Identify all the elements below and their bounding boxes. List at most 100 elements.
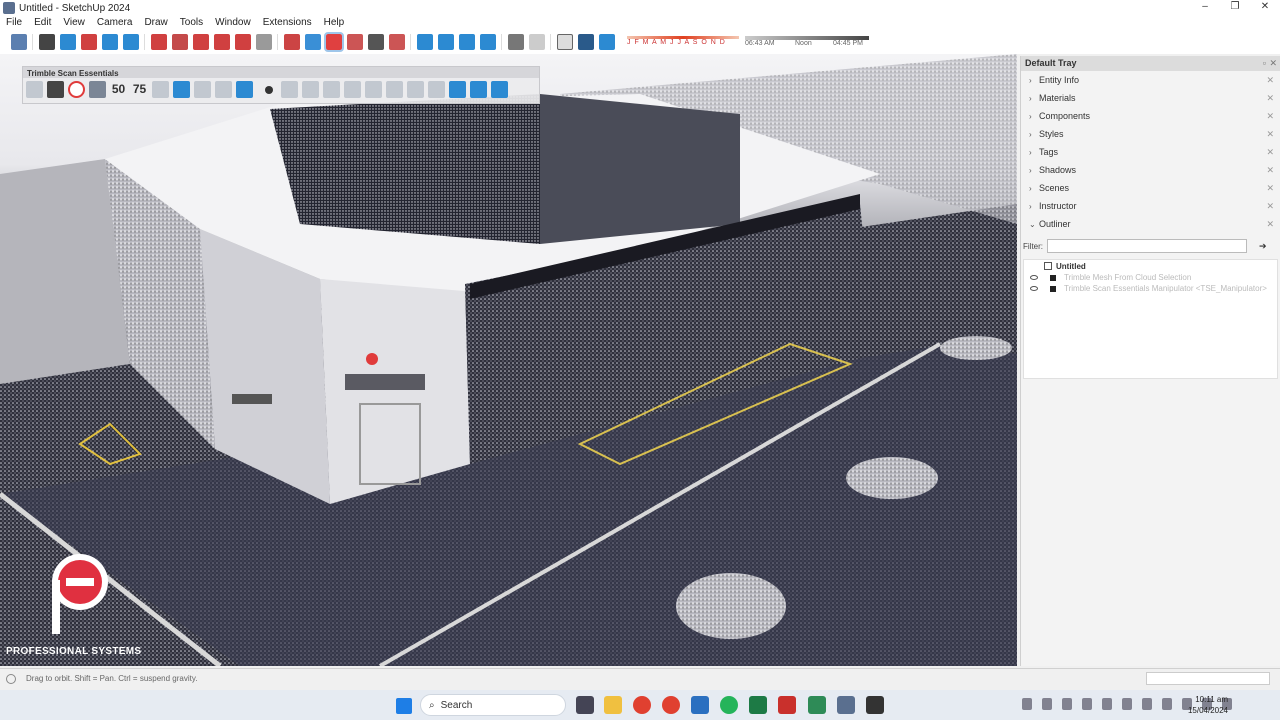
visibility-eye-icon[interactable] bbox=[1030, 275, 1038, 280]
close-icon[interactable]: ✕ bbox=[1266, 93, 1274, 104]
warehouse-icon[interactable] bbox=[416, 34, 433, 50]
camtasia-icon[interactable] bbox=[808, 696, 826, 714]
density-75-button[interactable]: 75 bbox=[131, 81, 148, 98]
scale-icon[interactable] bbox=[234, 34, 251, 50]
user-icon[interactable] bbox=[577, 34, 594, 50]
close-icon[interactable]: ✕ bbox=[1266, 219, 1274, 230]
chrome-profile-icon[interactable] bbox=[662, 696, 680, 714]
menu-view[interactable]: View bbox=[57, 16, 91, 30]
terminal-icon[interactable] bbox=[866, 696, 884, 714]
plane-fit-icon[interactable] bbox=[302, 81, 319, 98]
section-plane-icon[interactable] bbox=[173, 81, 190, 98]
cloud-download-icon[interactable] bbox=[194, 81, 211, 98]
cloud-sync-icon[interactable] bbox=[407, 81, 424, 98]
offset-icon[interactable] bbox=[255, 34, 272, 50]
outliner-root-item[interactable]: Untitled bbox=[1044, 260, 1277, 272]
sketchup-taskbar-icon[interactable] bbox=[837, 696, 855, 714]
close-icon[interactable]: ✕ bbox=[1269, 58, 1277, 69]
panel-materials[interactable]: › Materials ✕ bbox=[1021, 89, 1280, 107]
close-icon[interactable]: ✕ bbox=[1266, 129, 1274, 140]
zoom-window-icon[interactable] bbox=[367, 34, 384, 50]
filter-input[interactable] bbox=[1047, 239, 1247, 253]
close-icon[interactable]: ✕ bbox=[1266, 165, 1274, 176]
follow-me-icon[interactable] bbox=[171, 34, 188, 50]
shadow-month-slider[interactable]: J F M A M J J A S O N D bbox=[627, 36, 739, 48]
onedrive-icon[interactable] bbox=[1042, 698, 1052, 710]
camera-icon[interactable] bbox=[1062, 698, 1072, 710]
point-cloud-scene[interactable] bbox=[0, 54, 1017, 666]
close-icon[interactable]: ✕ bbox=[1266, 111, 1274, 122]
slab-icon[interactable] bbox=[491, 81, 508, 98]
cloud-upload-icon[interactable] bbox=[215, 81, 232, 98]
panel-outliner[interactable]: ⌄ Outliner ✕ bbox=[1021, 215, 1280, 233]
close-icon[interactable]: ✕ bbox=[1266, 201, 1274, 212]
manipulator-icon[interactable] bbox=[236, 81, 253, 98]
measurements-box[interactable] bbox=[1146, 672, 1270, 685]
point-cloud-import-icon[interactable] bbox=[89, 81, 106, 98]
chevron-down-icon[interactable] bbox=[528, 34, 545, 50]
mesh-icon[interactable] bbox=[386, 81, 403, 98]
close-icon[interactable]: ✕ bbox=[1266, 75, 1274, 86]
panel-shadows[interactable]: › Shadows ✕ bbox=[1021, 161, 1280, 179]
extension-manager-icon[interactable] bbox=[479, 34, 496, 50]
display-icon[interactable] bbox=[1142, 698, 1152, 710]
minimize-button[interactable]: – bbox=[1190, 0, 1220, 16]
menu-draw[interactable]: Draw bbox=[138, 16, 173, 30]
panel-components[interactable]: › Components ✕ bbox=[1021, 107, 1280, 125]
model-viewport[interactable]: Trimble Scan Essentials 50 75 PROFESSION… bbox=[0, 54, 1017, 666]
pencil-icon[interactable] bbox=[80, 34, 97, 50]
menu-file[interactable]: File bbox=[0, 16, 28, 30]
maximize-button[interactable]: ❐ bbox=[1220, 0, 1250, 16]
pin-icon[interactable]: ▫ bbox=[1263, 58, 1266, 68]
outliner-options-icon[interactable]: ➔ bbox=[1259, 241, 1267, 252]
panel-instructor[interactable]: › Instructor ✕ bbox=[1021, 197, 1280, 215]
settings-gear-icon[interactable] bbox=[47, 81, 64, 98]
excel-icon[interactable] bbox=[749, 696, 767, 714]
chrome-tray-icon[interactable] bbox=[1082, 698, 1092, 710]
eraser-icon[interactable] bbox=[59, 34, 76, 50]
wifi-icon[interactable] bbox=[1162, 698, 1172, 710]
document-icon[interactable] bbox=[556, 34, 573, 50]
hexagon-icon[interactable] bbox=[152, 81, 169, 98]
arc-icon[interactable] bbox=[101, 34, 118, 50]
menu-extensions[interactable]: Extensions bbox=[257, 16, 318, 30]
close-icon[interactable]: ✕ bbox=[1266, 183, 1274, 194]
menu-camera[interactable]: Camera bbox=[91, 16, 139, 30]
point-icon[interactable] bbox=[265, 85, 273, 94]
tape-measure-icon[interactable] bbox=[283, 34, 300, 50]
taskbar-clock[interactable]: 10:11 am 15/04/2024 bbox=[1178, 694, 1228, 716]
whatsapp-icon[interactable] bbox=[720, 696, 738, 714]
microphone-icon[interactable] bbox=[1122, 698, 1132, 710]
menu-window[interactable]: Window bbox=[209, 16, 257, 30]
close-button[interactable]: ✕ bbox=[1250, 0, 1280, 16]
panel-tags[interactable]: › Tags ✕ bbox=[1021, 143, 1280, 161]
line-icon[interactable] bbox=[281, 81, 298, 98]
zoom-extents-icon[interactable] bbox=[388, 34, 405, 50]
paint-bucket-icon[interactable] bbox=[304, 34, 321, 50]
cylinder-fit-icon[interactable] bbox=[323, 81, 340, 98]
panel-scenes[interactable]: › Scenes ✕ bbox=[1021, 179, 1280, 197]
open-folder-icon[interactable] bbox=[26, 81, 43, 98]
layout-icon[interactable] bbox=[458, 34, 475, 50]
panel-styles[interactable]: › Styles ✕ bbox=[1021, 125, 1280, 143]
shadow-toggle-icon[interactable] bbox=[598, 34, 615, 50]
zoom-icon[interactable] bbox=[10, 34, 27, 50]
orbit-icon[interactable] bbox=[323, 32, 344, 52]
bluetooth-icon[interactable] bbox=[1102, 698, 1112, 710]
cloud-refresh-icon[interactable] bbox=[428, 81, 445, 98]
acrobat-icon[interactable] bbox=[778, 696, 796, 714]
box-fit-icon[interactable] bbox=[365, 81, 382, 98]
move-icon[interactable] bbox=[192, 34, 209, 50]
menu-edit[interactable]: Edit bbox=[28, 16, 57, 30]
notepad-icon[interactable] bbox=[691, 696, 709, 714]
pan-icon[interactable] bbox=[346, 34, 363, 50]
pipe-fit-icon[interactable] bbox=[344, 81, 361, 98]
task-view-icon[interactable] bbox=[576, 696, 594, 714]
extension-warehouse-icon[interactable] bbox=[437, 34, 454, 50]
shadow-time-slider[interactable]: 06:43 AM Noon 04:45 PM bbox=[745, 36, 869, 48]
taskbar-search[interactable]: ⌕ Search bbox=[420, 694, 566, 716]
select-icon[interactable] bbox=[38, 34, 55, 50]
terrain-icon[interactable] bbox=[470, 81, 487, 98]
account-icon[interactable] bbox=[507, 34, 524, 50]
push-pull-icon[interactable] bbox=[150, 34, 167, 50]
